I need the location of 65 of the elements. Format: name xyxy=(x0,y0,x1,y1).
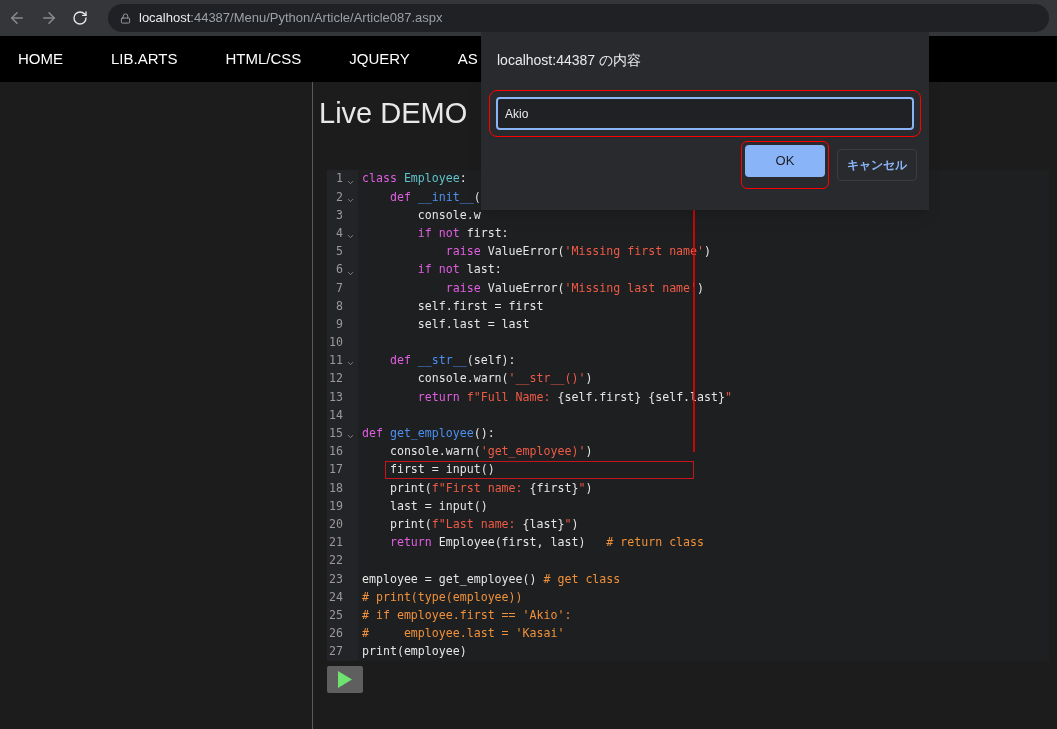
code-line: if not first: xyxy=(416,224,509,242)
line-number: 25 xyxy=(329,606,343,624)
line-number: 9 xyxy=(336,315,343,333)
code-line: self.first = first xyxy=(416,297,544,315)
code-line: def __str__(self): xyxy=(388,352,516,370)
code-line: print(f"First name: {first}") xyxy=(388,479,593,497)
dialog-title: localhost:44387 の内容 xyxy=(497,51,642,69)
code-line: print(employee) xyxy=(362,643,467,661)
reload-icon[interactable] xyxy=(72,10,88,26)
code-line: return Employee(first, last) # return class xyxy=(388,534,705,552)
line-number: 7 xyxy=(336,279,343,297)
line-number: 1 xyxy=(336,170,343,188)
forward-icon[interactable] xyxy=(40,9,58,27)
line-number: 24 xyxy=(329,588,343,606)
line-number: 18 xyxy=(329,479,343,497)
code-line: def get_employee(): xyxy=(362,425,495,442)
code-line: console.warn('__str__()') xyxy=(416,370,593,388)
code-line: # print(type(employee)) xyxy=(362,588,523,606)
cancel-button[interactable]: キャンセル xyxy=(837,149,917,181)
line-number: 26 xyxy=(329,625,343,643)
address-bar[interactable]: localhost:44387/Menu/Python/Article/Article087.aspx xyxy=(108,4,1049,32)
code-line: self.last = last xyxy=(416,315,530,333)
line-number: 23 xyxy=(329,570,343,588)
line-number: 15 xyxy=(329,425,343,442)
url-text: localhost:44387/Menu/Python/Article/Article087.aspx xyxy=(139,9,443,28)
line-number: 20 xyxy=(329,515,343,533)
line-number: 4 xyxy=(336,224,343,242)
line-number: 2 xyxy=(336,188,343,206)
prompt-input[interactable]: Akio xyxy=(496,97,914,130)
code-line: print(f"Last name: {last}") xyxy=(388,515,579,533)
nav-link[interactable]: LIB.ARTS xyxy=(111,47,178,71)
line-number: 27 xyxy=(329,643,343,661)
page-title: Live DEMO xyxy=(319,96,468,131)
line-number: 13 xyxy=(329,388,343,406)
line-number: 8 xyxy=(336,297,343,315)
line-number: 12 xyxy=(329,370,343,388)
code-line: console.warn('get_employee)') xyxy=(388,443,593,461)
line-number: 14 xyxy=(329,406,343,424)
code-line: # employee.last = 'Kasai' xyxy=(362,625,565,643)
code-line: class Employee: xyxy=(362,170,467,188)
code-line: console.w xyxy=(416,206,481,224)
play-icon xyxy=(338,671,352,689)
code-line: last = input() xyxy=(388,497,488,515)
line-number: 10 xyxy=(329,334,343,352)
ok-button[interactable]: OK xyxy=(745,145,825,177)
line-number: 11 xyxy=(329,352,343,370)
line-number: 6 xyxy=(336,261,343,279)
line-number: 21 xyxy=(329,534,343,552)
line-number: 17 xyxy=(329,461,343,479)
line-number: 5 xyxy=(336,243,343,261)
code-line: def __init__( xyxy=(388,188,481,206)
back-icon[interactable] xyxy=(8,9,26,27)
code-line: # if employee.first == 'Akio': xyxy=(362,606,572,624)
run-button[interactable] xyxy=(327,666,363,694)
line-number: 19 xyxy=(329,497,343,515)
line-number: 16 xyxy=(329,443,343,461)
line-number: 3 xyxy=(336,206,343,224)
nav-link[interactable]: HTML/CSS xyxy=(225,47,302,71)
nav-link[interactable]: AS xyxy=(457,47,478,71)
line-number: 22 xyxy=(329,552,343,570)
nav-link[interactable]: JQUERY xyxy=(349,47,410,71)
lock-icon xyxy=(120,12,131,24)
code-line: employee = get_employee() # get class xyxy=(362,570,621,588)
nav-link[interactable]: HOME xyxy=(18,47,63,71)
code-line: if not last: xyxy=(416,261,502,279)
